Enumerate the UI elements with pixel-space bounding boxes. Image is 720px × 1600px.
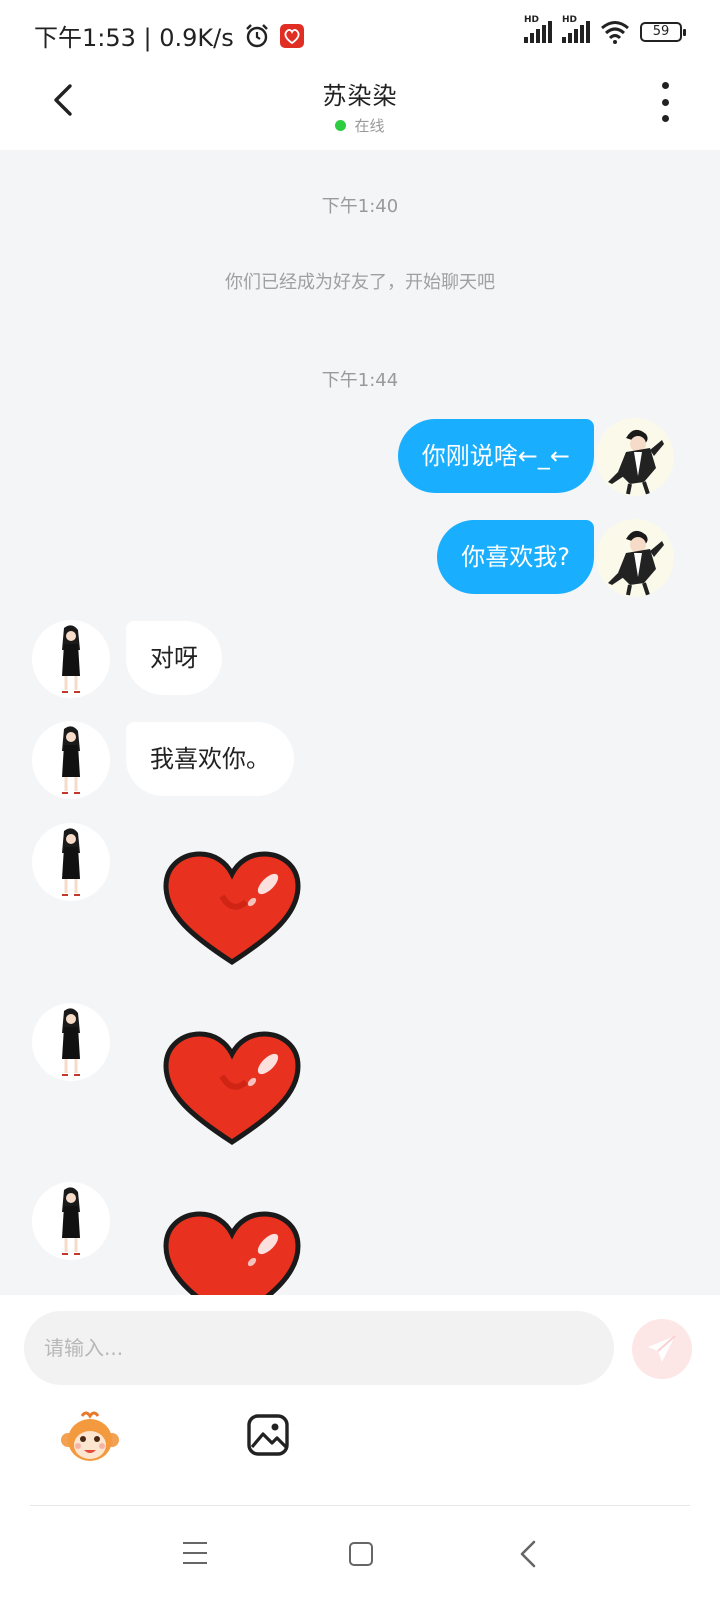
title-wrap: 苏染染 在线 [0,76,720,136]
more-options-icon[interactable] [658,82,672,122]
heart-sticker-icon[interactable] [162,850,302,970]
hd-label-2: HD [562,15,578,25]
anime-girl-avatar-icon [62,1008,80,1076]
contact-message-bubble[interactable]: 对呀 [126,621,222,695]
my-avatar[interactable] [596,519,674,597]
anime-girl-avatar-icon [62,625,80,693]
status-time-speed: 下午1:53 | 0.9K/s [34,24,234,52]
home-icon[interactable] [349,1542,373,1566]
system-nav-bar [0,1506,720,1600]
anime-girl-avatar-icon [62,726,80,794]
my-message-bubble[interactable]: 你喜欢我? [437,520,594,594]
signal-icon: HD [524,15,552,43]
image-icon[interactable] [246,1413,290,1457]
anime-girl-avatar-icon [62,828,80,896]
anime-girl-avatar-icon [62,1187,80,1255]
contact-avatar[interactable] [32,620,110,698]
status-bar: 下午1:53 | 0.9K/s HD HD 59 [0,0,720,66]
menu-icon[interactable] [183,1542,207,1564]
heart-sticker-icon[interactable] [162,1030,302,1150]
contact-avatar[interactable] [32,721,110,799]
contact-avatar[interactable] [32,823,110,901]
battery-icon: 59 [640,22,686,42]
chat-header: 苏染染 在线 [0,66,720,150]
paper-plane-icon [648,1335,676,1362]
chat-title: 苏染染 [322,82,398,110]
status-left: 下午1:53 | 0.9K/s [34,18,304,53]
timestamp: 下午1:44 [321,370,399,391]
input-panel [0,1295,720,1505]
online-status-label: 在线 [354,117,385,135]
contact-avatar[interactable] [32,1003,110,1081]
send-button[interactable] [632,1319,692,1379]
online-status: 在线 [0,115,720,136]
anime-boy-avatar-icon [608,530,664,596]
battery-level: 59 [652,24,670,39]
alarm-icon [245,23,268,47]
message-input[interactable] [24,1311,614,1385]
chat-area[interactable]: 下午1:40 你们已经成为好友了，开始聊天吧 下午1:44 你刚说啥←_← 你喜… [0,150,720,1295]
system-message: 你们已经成为好友了，开始聊天吧 [225,272,495,293]
contact-message-bubble[interactable]: 我喜欢你。 [126,722,294,796]
signal-icon-2: HD [562,15,590,43]
wifi-icon [601,21,629,44]
status-right: HD HD 59 [524,15,686,44]
my-avatar[interactable] [596,418,674,496]
my-message-bubble[interactable]: 你刚说啥←_← [397,419,594,493]
hd-label: HD [524,15,540,25]
monkey-face-icon[interactable] [60,1410,120,1466]
online-dot-icon [335,120,347,131]
app-notification-icon [279,23,304,48]
anime-boy-avatar-icon [608,429,664,495]
back-icon[interactable] [518,1540,538,1568]
heart-sticker-icon[interactable] [162,1210,302,1295]
contact-avatar[interactable] [32,1182,110,1260]
timestamp: 下午1:40 [321,196,399,217]
